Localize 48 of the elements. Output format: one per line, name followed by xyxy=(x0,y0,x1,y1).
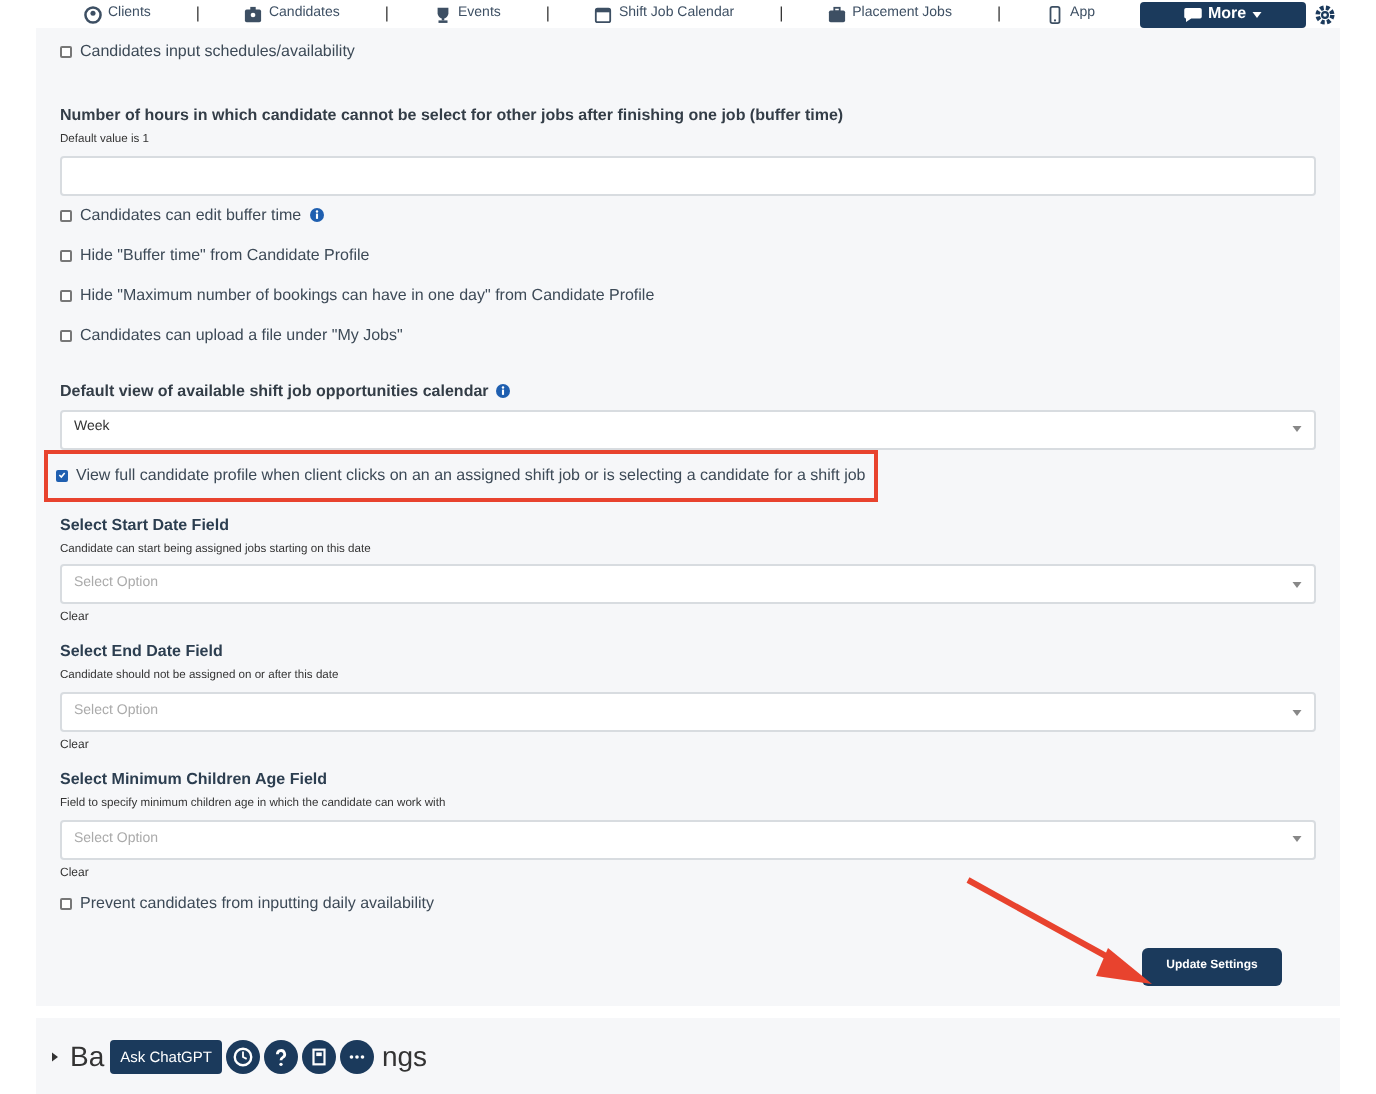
more-button[interactable]: More xyxy=(1140,1,1306,27)
book-button[interactable] xyxy=(301,1040,336,1075)
checkbox[interactable] xyxy=(60,46,72,58)
checkbox-label: Hide "Buffer time" from Candidate Profile xyxy=(80,243,370,268)
section-heading: ngs xyxy=(381,1038,428,1077)
caret-icon xyxy=(52,1052,58,1063)
caret-icon xyxy=(1252,11,1263,17)
checkbox-label: Candidates can upload a file under "My Jobs" xyxy=(80,323,403,348)
checkbox[interactable] xyxy=(60,289,72,302)
caret-icon xyxy=(1292,426,1302,433)
separator: | xyxy=(996,2,1002,26)
history-button[interactable] xyxy=(225,1040,260,1075)
chat-icon xyxy=(1183,7,1202,21)
section-heading: Ba xyxy=(70,1038,105,1077)
separator: | xyxy=(384,2,389,26)
separator: | xyxy=(195,2,200,26)
separator: | xyxy=(545,2,550,26)
caret-icon xyxy=(1292,709,1302,716)
settings-icon[interactable] xyxy=(1314,3,1336,25)
checkbox-label: Candidates can edit buffer time xyxy=(80,203,302,228)
phone-icon xyxy=(1046,5,1065,23)
checkbox[interactable] xyxy=(56,469,68,482)
check-icon xyxy=(58,470,66,481)
caret-icon xyxy=(1292,581,1302,588)
field-label: Number of hours in which candidate cannot be select for other jobs after finishing one job (buffer time) xyxy=(60,104,846,128)
checkbox[interactable] xyxy=(60,209,72,222)
checkbox[interactable] xyxy=(60,897,72,910)
checkbox-label: Hide "Maximum number of bookings can have in one day" from Candidate Profile xyxy=(80,283,655,308)
book-icon xyxy=(307,1046,330,1069)
person-icon xyxy=(84,5,102,23)
checkbox-label: Candidates input schedules/availability xyxy=(80,40,355,64)
calendar-icon xyxy=(594,5,613,23)
more-options-button[interactable] xyxy=(339,1040,374,1075)
help-button[interactable] xyxy=(263,1040,298,1075)
checkbox[interactable] xyxy=(60,249,72,262)
checkbox-label: Prevent candidates from inputting daily availability xyxy=(80,891,434,916)
checkbox[interactable] xyxy=(60,329,72,342)
field-label: Select Minimum Children Age Field xyxy=(60,768,329,793)
briefcase-icon xyxy=(828,5,847,23)
checkbox-label: View full candidate profile when client clicks on an an assigned shift job or is selecting a candidate for a shift job xyxy=(76,463,866,488)
caret-icon xyxy=(1292,836,1302,843)
field-label: Select End Date Field xyxy=(60,640,225,665)
trophy-icon xyxy=(433,5,452,23)
history-icon xyxy=(231,1046,254,1069)
field-label: Default view of available shift job opportunities calendar xyxy=(60,379,489,404)
field-label: Select Start Date Field xyxy=(60,513,231,538)
input-field[interactable] xyxy=(60,155,1316,196)
separator: | xyxy=(779,2,784,26)
